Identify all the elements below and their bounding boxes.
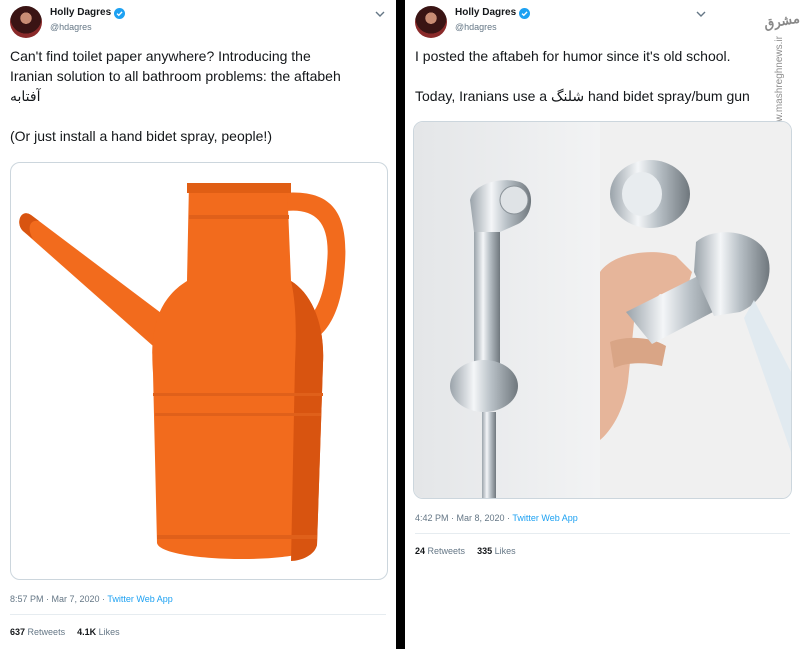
tweet-stats: 24 Retweets 335 Likes [415,546,516,556]
divider [415,533,790,534]
tweet-text: I posted the aftabeh for humor since it'… [415,48,750,104]
divider [10,614,386,615]
author-handle[interactable]: @hdagres [455,20,530,34]
watermark-logo: مشرق [762,10,800,32]
likes-label: Likes [98,627,120,637]
author-handle[interactable]: @hdagres [50,20,125,34]
tweet-card-right: Holly Dagres @hdagres مشرق www.mashreghn… [405,0,800,649]
verified-badge-icon [519,7,531,19]
tweet-text: Can't find toilet paper anywhere? Introd… [10,48,341,144]
avatar[interactable] [415,6,447,38]
aftabeh-jug-image [19,183,346,561]
retweets-count: 637 [10,627,26,637]
retweets-stat[interactable]: 637 Retweets [10,627,65,637]
tweet-timestamp[interactable]: 8:57 PM · Mar 7, 2020 · Twitter Web App [10,594,173,604]
verified-badge-icon [114,7,126,19]
tweet-timestamp[interactable]: 4:42 PM · Mar 8, 2020 · Twitter Web App [415,513,578,523]
source-app-link[interactable]: Twitter Web App [512,513,577,523]
tweet-card-left: Holly Dagres @hdagres Can't find toilet … [0,0,396,649]
timestamp-text[interactable]: 4:42 PM · Mar 8, 2020 · [415,513,512,523]
tweet-header: Holly Dagres @hdagres [415,6,531,38]
author-name[interactable]: Holly Dagres [50,6,111,20]
tweet-header: Holly Dagres @hdagres [10,6,126,38]
tweet-media-aftabeh[interactable] [10,162,388,580]
bidet-spray-image [414,122,791,498]
likes-stat[interactable]: 335 Likes [477,546,516,556]
likes-count: 4.1K [77,627,97,637]
retweets-label: Retweets [427,546,466,556]
source-app-link[interactable]: Twitter Web App [107,594,172,604]
retweets-count: 24 [415,546,426,556]
chevron-down-icon[interactable] [374,8,386,20]
likes-label: Likes [494,546,516,556]
retweets-stat[interactable]: 24 Retweets [415,546,465,556]
timestamp-text[interactable]: 8:57 PM · Mar 7, 2020 · [10,594,107,604]
tweet-stats: 637 Retweets 4.1K Likes [10,627,120,637]
tweet-media-bidet-spray[interactable] [413,121,792,499]
author-name[interactable]: Holly Dagres [455,6,516,20]
retweets-label: Retweets [27,627,66,637]
likes-stat[interactable]: 4.1K Likes [77,627,120,637]
chevron-down-icon[interactable] [695,8,707,20]
avatar[interactable] [10,6,42,38]
likes-count: 335 [477,546,493,556]
